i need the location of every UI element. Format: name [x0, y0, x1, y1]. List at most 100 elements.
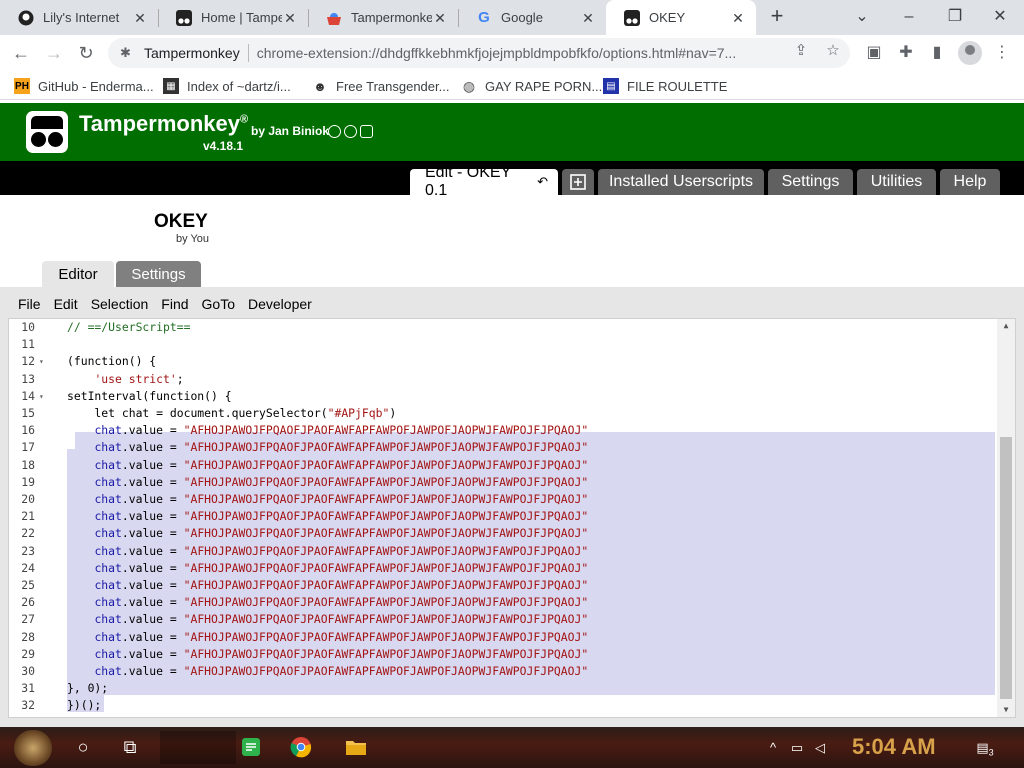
bookmark-item[interactable]: ▤ FILE ROULETTE: [603, 77, 727, 95]
new-tab-icon[interactable]: +: [765, 5, 789, 29]
bookmark-item[interactable]: ☻ Free Transgender...: [312, 77, 449, 95]
profile-avatar[interactable]: [958, 41, 982, 65]
fold-arrow-icon[interactable]: ▾: [39, 353, 44, 370]
close-icon[interactable]: ✕: [580, 10, 596, 26]
menu-find[interactable]: Find: [161, 296, 188, 312]
menu-selection[interactable]: Selection: [91, 296, 149, 312]
taskbar-search[interactable]: [160, 731, 236, 764]
file-explorer-icon[interactable]: [345, 736, 367, 758]
code-line[interactable]: 16 chat.value = "AFHOJPAWOJFPQAOFJPAOFAW…: [9, 422, 995, 439]
network-icon[interactable]: ▭: [789, 740, 805, 756]
scrollbar-thumb[interactable]: [1000, 437, 1012, 699]
close-icon[interactable]: ✕: [282, 10, 298, 26]
share-icon[interactable]: ⇪: [792, 42, 810, 60]
code-line[interactable]: 27 chat.value = "AFHOJPAWOJFPQAOFJPAOFAW…: [9, 611, 995, 628]
code-line[interactable]: 24 chat.value = "AFHOJPAWOJFPQAOFJPAOFAW…: [9, 560, 995, 577]
tray-overflow-icon[interactable]: ^: [765, 740, 781, 756]
chrome-icon[interactable]: [290, 736, 312, 758]
reload-icon[interactable]: ↻: [73, 40, 99, 66]
menu-developer[interactable]: Developer: [248, 296, 312, 312]
address-bar[interactable]: ✱ Tampermonkey chrome-extension://dhdgff…: [108, 38, 850, 68]
subtab-settings[interactable]: Settings: [116, 261, 201, 287]
code-line[interactable]: 32})();: [9, 697, 995, 714]
scroll-down-icon[interactable]: ▼: [997, 703, 1015, 717]
subtab-editor[interactable]: Editor: [42, 261, 114, 287]
scroll-up-icon[interactable]: ▲: [997, 319, 1015, 333]
minimize-icon[interactable]: –: [897, 5, 921, 29]
app-author[interactable]: by Jan Biniok: [251, 124, 329, 138]
tab-installed-userscripts[interactable]: Installed Userscripts: [598, 169, 764, 195]
site-icon: ☻: [313, 78, 327, 94]
browser-tab[interactable]: Lily's Internet ✕: [0, 0, 158, 35]
add-script-icon[interactable]: [562, 169, 594, 195]
tab-help[interactable]: Help: [940, 169, 1000, 195]
code-line[interactable]: 25 chat.value = "AFHOJPAWOJFPQAOFJPAOFAW…: [9, 577, 995, 594]
notification-center-icon[interactable]: ▤3: [975, 740, 995, 758]
menu-edit[interactable]: Edit: [54, 296, 78, 312]
start-button-icon[interactable]: [14, 730, 52, 766]
code-line[interactable]: 20 chat.value = "AFHOJPAWOJFPQAOFJPAOFAW…: [9, 491, 995, 508]
undo-icon[interactable]: ↶: [537, 174, 548, 190]
code-line[interactable]: 29 chat.value = "AFHOJPAWOJFPQAOFJPAOFAW…: [9, 646, 995, 663]
bookmark-item[interactable]: ◍ GAY RAPE PORN...: [461, 77, 602, 95]
menu-goto[interactable]: GoTo: [202, 296, 235, 312]
code-line[interactable]: 17 chat.value = "AFHOJPAWOJFPQAOFJPAOFAW…: [9, 439, 995, 456]
code-token: chat: [94, 423, 122, 438]
forward-icon[interactable]: →: [41, 40, 67, 66]
code-line[interactable]: 30 chat.value = "AFHOJPAWOJFPQAOFJPAOFAW…: [9, 663, 995, 680]
code-line[interactable]: 22 chat.value = "AFHOJPAWOJFPQAOFJPAOFAW…: [9, 525, 995, 542]
cortana-icon[interactable]: ○: [72, 736, 94, 758]
code-line[interactable]: 19 chat.value = "AFHOJPAWOJFPQAOFJPAOFAW…: [9, 474, 995, 491]
restore-icon[interactable]: ❐: [943, 5, 967, 29]
tab-edit-script[interactable]: Edit - OKEY 0.1 ↶: [410, 164, 558, 199]
code-line[interactable]: 14 ▾ setInterval(function() {: [9, 388, 995, 405]
fold-arrow-icon[interactable]: ▾: [39, 388, 44, 405]
menu-file[interactable]: File: [18, 296, 41, 312]
line-number: 11: [21, 337, 35, 352]
line-number: 15: [21, 406, 35, 420]
bookmark-item[interactable]: ▦ Index of ~dartz/i...: [163, 77, 291, 95]
browser-tab[interactable]: Home | Tamper ✕: [158, 0, 308, 35]
code-line[interactable]: 12 ▾ (function() {: [9, 353, 995, 370]
browser-tab[interactable]: G Google ✕: [458, 0, 606, 35]
editor-scrollbar[interactable]: ▲ ▼: [997, 319, 1015, 717]
notes-app-icon[interactable]: [240, 736, 262, 758]
code-line[interactable]: 11: [9, 336, 995, 353]
bookmark-star-icon[interactable]: ☆: [824, 42, 842, 60]
facebook-icon[interactable]: [344, 125, 357, 138]
taskbar-clock[interactable]: 5:04 AM: [852, 734, 936, 760]
task-view-icon[interactable]: ⧉: [119, 736, 141, 758]
tab-search-icon[interactable]: ⌄: [850, 5, 874, 29]
close-icon[interactable]: ✕: [132, 10, 148, 26]
close-icon[interactable]: ✕: [730, 10, 746, 26]
extensions-puzzle-icon[interactable]: ✚: [896, 43, 916, 63]
browser-tab[interactable]: Tampermonkey ✕: [308, 0, 458, 35]
browser-tab-active[interactable]: OKEY ✕: [606, 0, 756, 35]
code-line[interactable]: 31}, 0);: [9, 680, 995, 697]
instagram-icon[interactable]: [360, 125, 373, 138]
close-icon[interactable]: ✕: [432, 10, 448, 26]
tab-settings[interactable]: Settings: [768, 169, 853, 195]
code-line[interactable]: 10 // ==/UserScript==: [9, 319, 995, 336]
code-line[interactable]: 21 chat.value = "AFHOJPAWOJFPQAOFJPAOFAW…: [9, 508, 995, 525]
window-close-icon[interactable]: ✕: [988, 5, 1012, 29]
code-line[interactable]: 23 chat.value = "AFHOJPAWOJFPQAOFJPAOFAW…: [9, 543, 995, 560]
code-token: .value =: [121, 595, 184, 610]
side-panel-icon[interactable]: ▮: [927, 43, 947, 63]
code-line[interactable]: 18 chat.value = "AFHOJPAWOJFPQAOFJPAOFAW…: [9, 457, 995, 474]
volume-muted-icon[interactable]: ◁: [812, 740, 828, 756]
github-icon[interactable]: [328, 125, 341, 138]
back-icon[interactable]: ←: [8, 40, 34, 66]
tab-utilities[interactable]: Utilities: [857, 169, 936, 195]
kebab-menu-icon[interactable]: ⋮: [992, 43, 1012, 63]
code-editor[interactable]: 10 // ==/UserScript== 11 12 ▾ (function() {13…: [8, 318, 1016, 718]
code-line[interactable]: 15 let chat = document.querySelector("#A…: [9, 405, 995, 422]
code-text: chat.value = "AFHOJPAWOJFPQAOFJPAOFAWFAP…: [67, 491, 588, 508]
code-line[interactable]: 13 'use strict';: [9, 371, 995, 388]
tampermonkey-extension-icon[interactable]: ▣: [864, 43, 884, 63]
code-text: chat.value = "AFHOJPAWOJFPQAOFJPAOFAWFAP…: [67, 508, 588, 525]
code-line[interactable]: 26 chat.value = "AFHOJPAWOJFPQAOFJPAOFAW…: [9, 594, 995, 611]
code-line[interactable]: 28 chat.value = "AFHOJPAWOJFPQAOFJPAOFAW…: [9, 629, 995, 646]
bookmark-item[interactable]: PH GitHub - Enderma...: [14, 77, 154, 95]
